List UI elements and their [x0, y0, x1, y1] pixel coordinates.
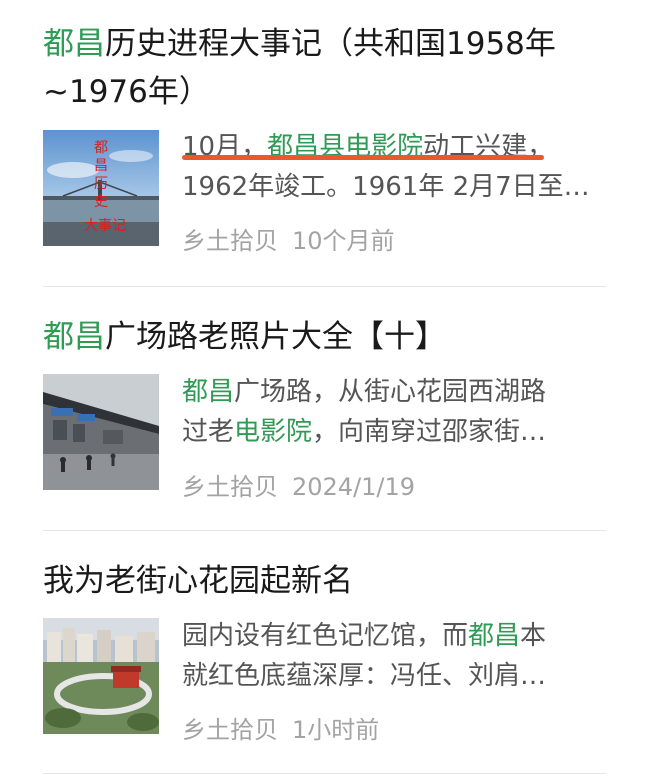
title-text-line2: ~1976年） [43, 74, 210, 110]
article-source: 乡土拾贝 [182, 473, 278, 501]
thumb-caption: 都 [94, 140, 108, 156]
article-feed: 都昌历史进程大事记（共和国1958年 ~1976年） 都 昌 历 史 大事记 1… [0, 0, 650, 780]
snippet-keyword: 电影院 [234, 417, 313, 447]
article-time: 2024/1/19 [292, 473, 416, 501]
svg-text:史: 史 [94, 194, 108, 210]
article-meta: 乡土拾贝 2024/1/19 [182, 470, 415, 504]
snippet-keyword: 都昌 [468, 621, 521, 651]
svg-text:大事记: 大事记 [84, 218, 126, 234]
article-source: 乡土拾贝 [182, 716, 278, 744]
title-keyword: 都昌 [43, 26, 105, 62]
article-thumbnail[interactable] [43, 374, 159, 490]
title-text: 广场路老照片大全【十】 [105, 319, 446, 355]
article-title[interactable]: 都昌历史进程大事记（共和国1958年 ~1976年） [43, 20, 623, 116]
article-meta: 乡土拾贝 10个月前 [182, 224, 395, 258]
article-snippet: 园内设有红色记忆馆，而都昌本 就红色底蕴深厚：冯任、刘肩… [182, 621, 547, 691]
title-text: 我为老街心花园起新名 [43, 563, 353, 599]
svg-text:昌: 昌 [94, 158, 108, 174]
snippet-keyword: 都昌 [182, 377, 235, 407]
article-title[interactable]: 我为老街心花园起新名 [43, 557, 623, 605]
article-thumbnail[interactable] [43, 618, 159, 734]
article-time: 10个月前 [292, 227, 395, 255]
annotation-underline [182, 155, 544, 160]
article-snippet: 10月，都昌县电影院动工兴建， 1962年竣工。1961年 2月7日至… [182, 132, 590, 202]
svg-text:历: 历 [94, 176, 108, 192]
article-meta: 乡土拾贝 1小时前 [182, 713, 379, 747]
divider [43, 773, 606, 774]
article-card-3[interactable]: 我为老街心花园起新名 园内设有红色记忆馆，而都昌本 就红色底蕴深厚：冯任、刘肩…… [0, 530, 650, 773]
article-snippet: 都昌广场路，从街心花园西湖路 过老电影院，向南穿过邵家街… [182, 377, 547, 447]
article-time: 1小时前 [292, 716, 380, 744]
title-text: 历史进程大事记（共和国1958年 [105, 26, 556, 62]
title-keyword: 都昌 [43, 319, 105, 355]
article-title[interactable]: 都昌广场路老照片大全【十】 [43, 313, 623, 361]
article-card-2[interactable]: 都昌广场路老照片大全【十】 都昌广场路，从街心花园西湖路 过老电影院，向南穿过邵… [0, 286, 650, 530]
article-card-1[interactable]: 都昌历史进程大事记（共和国1958年 ~1976年） 都 昌 历 史 大事记 1… [0, 0, 650, 285]
article-thumbnail[interactable]: 都 昌 历 史 大事记 [43, 130, 159, 246]
article-source: 乡土拾贝 [182, 227, 278, 255]
